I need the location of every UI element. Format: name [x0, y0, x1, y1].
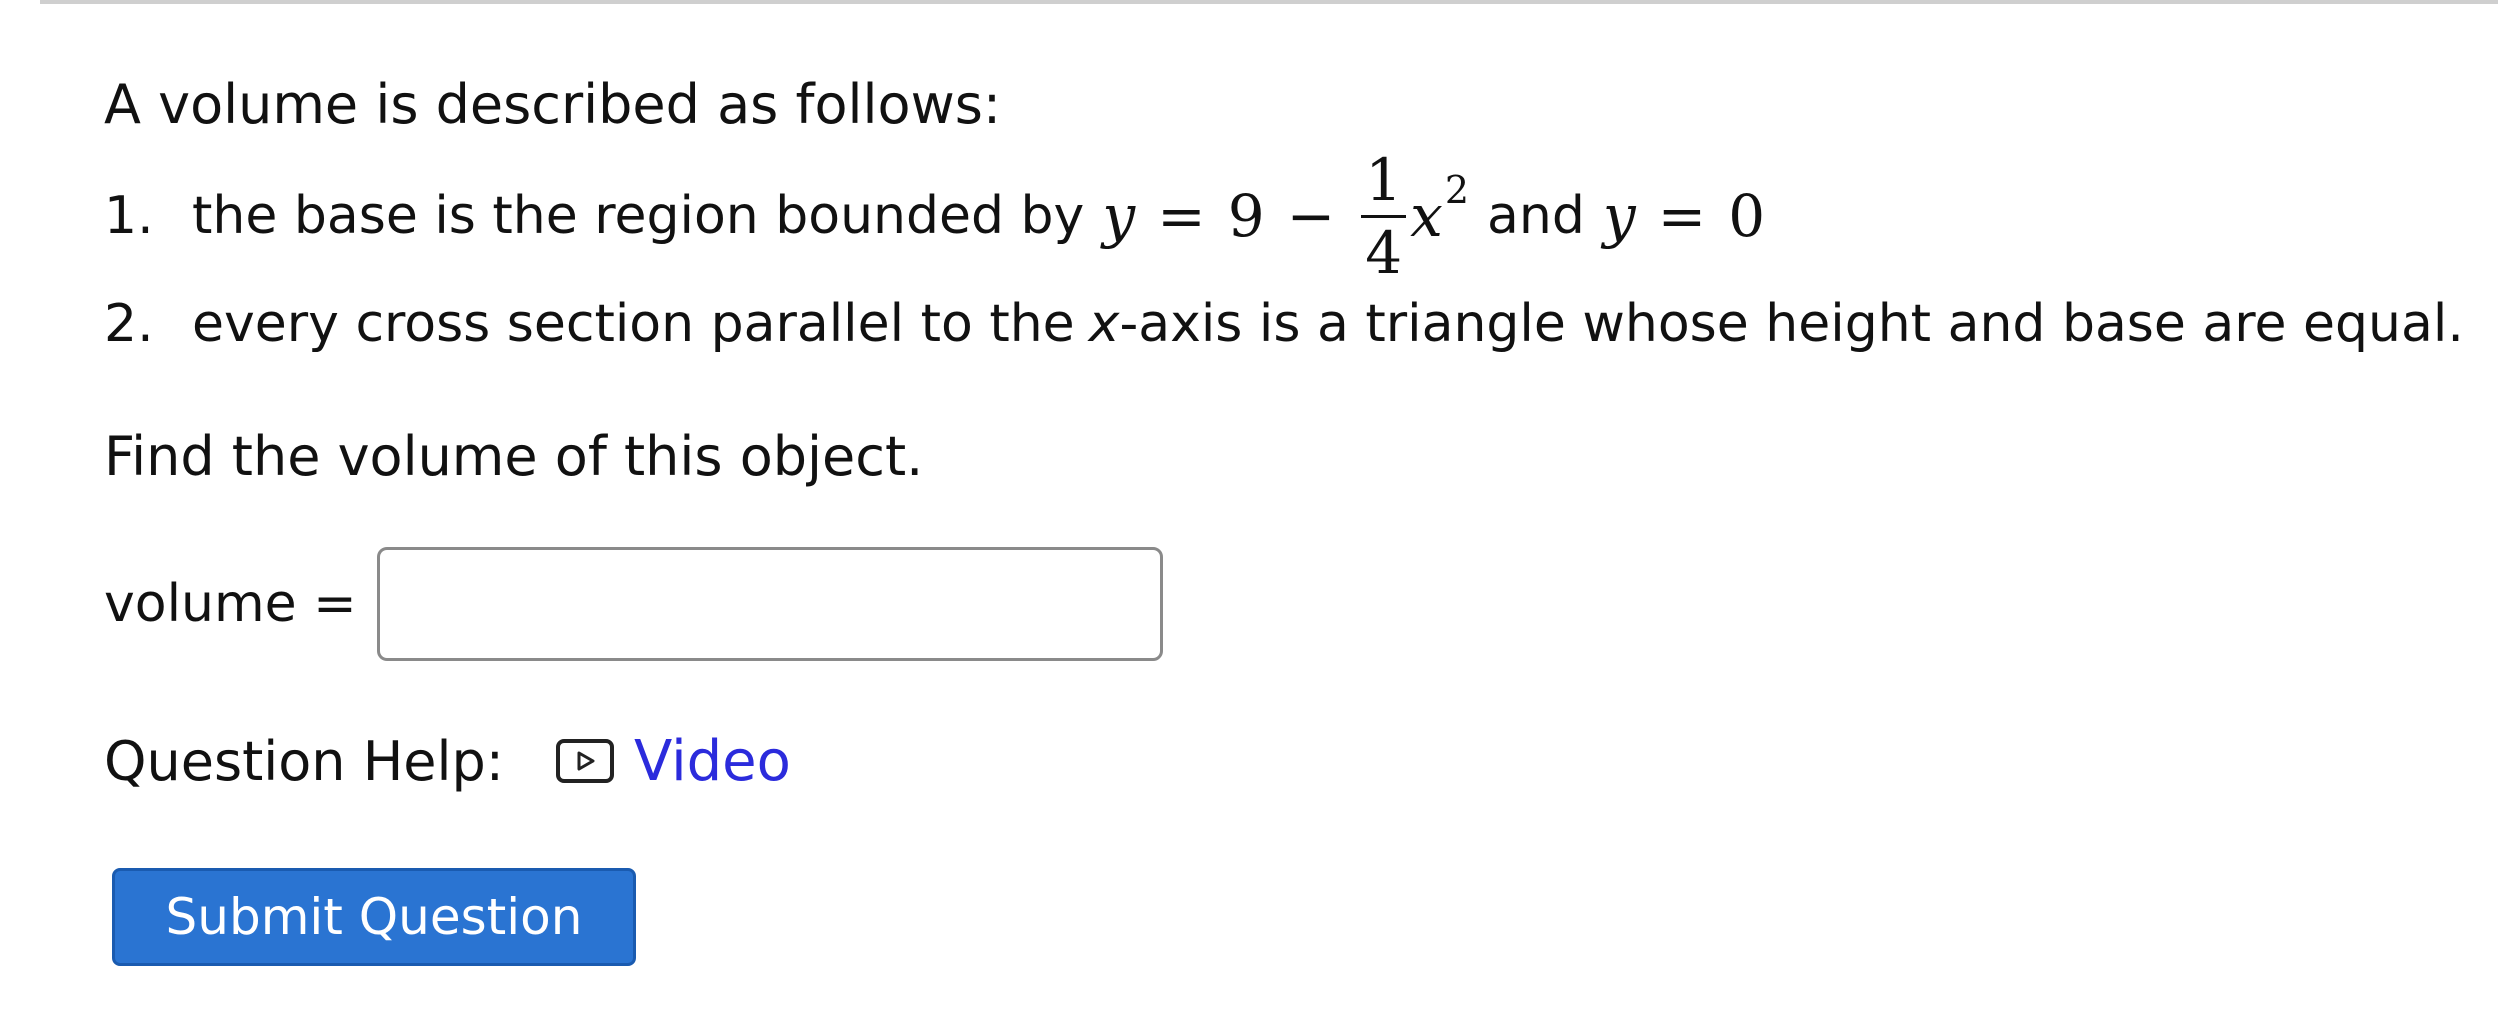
math-equals: =: [1157, 182, 1206, 250]
math-constant: 9: [1227, 182, 1265, 250]
math-var-y: y: [1602, 182, 1636, 250]
list-item-1: 1. the base is the region bounded by y =…: [104, 151, 2484, 282]
fraction-bar: [1361, 214, 1407, 218]
math-fraction: 1 4: [1361, 145, 1407, 287]
list-number: 1.: [104, 186, 154, 246]
list-number: 2.: [104, 294, 154, 354]
video-link[interactable]: Video: [634, 729, 791, 794]
equation-curve: y = 9 − 1 4 x 2: [1102, 151, 1469, 282]
equation-axis: y = 0: [1603, 182, 1765, 250]
item-text-rest: -axis is a triangle whose height and bas…: [1119, 294, 2464, 354]
item-text: the base is the region bounded by: [192, 186, 1085, 246]
question-list: 1. the base is the region bounded by y =…: [104, 151, 2484, 378]
question-intro: A volume is described as follows:: [104, 73, 1002, 136]
math-exponent: 2: [1444, 168, 1470, 212]
volume-input[interactable]: [376, 547, 1163, 661]
question-container: A volume is described as follows: 1. the…: [104, 60, 2484, 966]
video-play-icon[interactable]: [556, 739, 614, 783]
top-divider: [40, 0, 2498, 4]
submit-question-button[interactable]: Submit Question: [112, 868, 636, 966]
item-text: every cross section parallel to the: [192, 294, 1075, 354]
answer-row: volume =: [104, 544, 2484, 664]
math-var-x: x: [1410, 182, 1443, 250]
axis-variable: x: [1088, 294, 1120, 354]
play-triangle-icon: [577, 751, 595, 771]
question-prompt: Find the volume of this object.: [104, 425, 924, 488]
math-equals: =: [1657, 182, 1707, 250]
submit-row: Submit Question: [112, 868, 2484, 966]
math-var-y: y: [1102, 182, 1136, 250]
answer-label: volume =: [104, 574, 357, 634]
fraction-denominator: 4: [1365, 218, 1403, 287]
item-text-and: and: [1487, 186, 1585, 246]
fraction-numerator: 1: [1365, 145, 1403, 214]
help-label: Question Help:: [104, 729, 504, 793]
math-minus: −: [1286, 182, 1336, 250]
math-zero: 0: [1728, 182, 1766, 250]
list-item-2: 2. every cross section parallel to the x…: [104, 270, 2484, 378]
question-help: Question Help: Video: [104, 716, 2484, 806]
